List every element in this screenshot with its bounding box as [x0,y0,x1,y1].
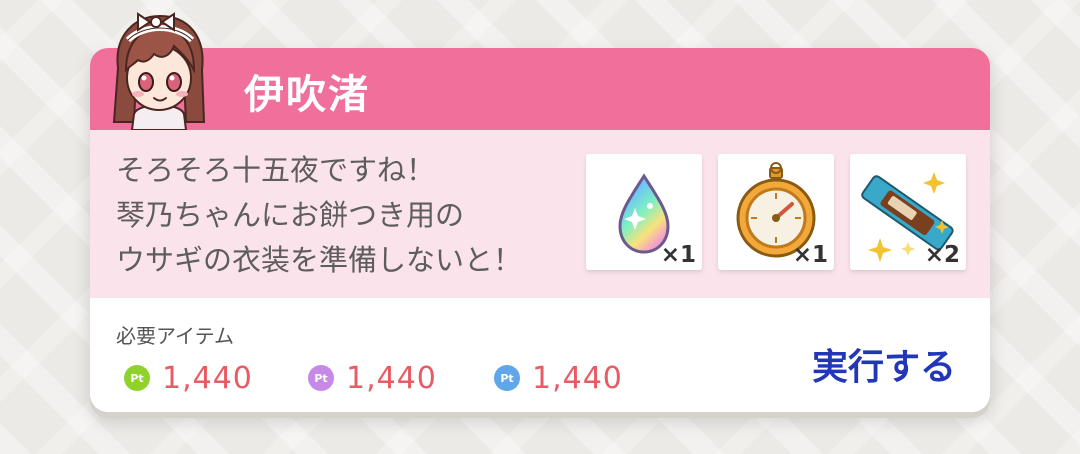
character-name: 伊吹渚 [244,72,370,118]
cost-value: 1,440 [346,360,437,396]
message-line: ウサギの衣装を準備しないと！ [116,243,523,277]
cost-item: Pt 1,440 [308,358,437,398]
reward-item[interactable]: ×1 [586,154,702,270]
cost-item: Pt 1,440 [124,358,253,398]
message-line: そろそろ十五夜ですね！ [116,153,436,187]
pt-blue-icon: Pt [494,365,520,391]
cost-item: Pt 1,440 [494,358,623,398]
pt-green-icon: Pt [124,365,150,391]
reward-quantity: ×1 [792,242,828,268]
reward-quantity: ×1 [660,242,696,268]
pt-purple-icon: Pt [308,365,334,391]
task-card: 伊吹渚 そろそろ十五夜ですね！ 琴乃ちゃんにお餅つき用の ウサギの衣装を準備しな… [90,48,990,412]
message-line: 琴乃ちゃんにお餅つき用の [116,198,465,232]
reward-item[interactable]: ×2 [850,154,966,270]
cost-value: 1,440 [162,360,253,396]
character-avatar [112,12,206,130]
cost-value: 1,440 [532,360,623,396]
card-body: そろそろ十五夜ですね！ 琴乃ちゃんにお餅つき用の ウサギの衣装を準備しないと！ [90,130,990,298]
card-footer: 必要アイテム Pt 1,440 Pt 1,440 Pt 1,440 実行する [90,298,990,412]
card-header: 伊吹渚 [90,48,990,130]
execute-button[interactable]: 実行する [812,338,956,390]
reward-quantity: ×2 [924,242,960,268]
reward-item[interactable]: ×1 [718,154,834,270]
message-text: そろそろ十五夜ですね！ 琴乃ちゃんにお餅つき用の ウサギの衣装を準備しないと！ [116,148,576,283]
required-items-label: 必要アイテム [116,324,234,348]
